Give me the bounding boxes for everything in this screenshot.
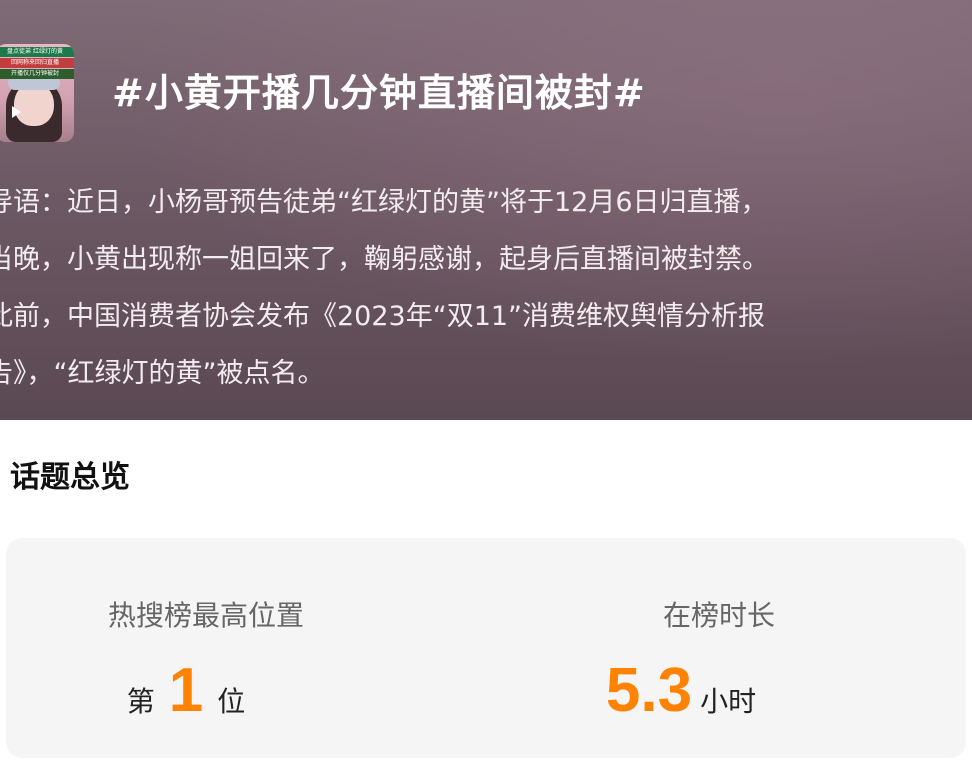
stat-duration: 在榜时长 5.3 小时 xyxy=(486,538,966,758)
description-line: 导语：近日，小杨哥预告徒弟“红绿灯的黄”将于12月6日归直播， xyxy=(0,187,768,218)
topic-header: 盘点徒弟 红绿灯的黄 回网称来回归直播 开播仅几分钟被封 #小黄开播几分钟直播间… xyxy=(0,0,972,420)
overview-card: 热搜榜最高位置 第1位 在榜时长 5.3 小时 xyxy=(6,538,966,758)
topic-title: #小黄开播几分钟直播间被封# xyxy=(112,71,646,115)
stat-label: 在榜时长 xyxy=(662,599,775,632)
thumbnail-caption: 回网称来回归直播 xyxy=(0,58,74,68)
stat-value: 5.3 xyxy=(605,656,693,725)
description-line: 当晚，小黄出现称一姐回来了，鞠躬感谢，起身后直播间被封禁。 xyxy=(0,244,769,275)
stat-value-row: 第1位 xyxy=(0,655,426,726)
topic-description: 导语：近日，小杨哥预告徒弟“红绿灯的黄”将于12月6日归直播， 当晚，小黄出现称… xyxy=(0,174,972,402)
description-line: 告》，“红绿灯的黄”被点名。 xyxy=(0,358,325,389)
stat-value: 1 xyxy=(168,656,204,725)
section-title: 话题总览 xyxy=(10,460,130,495)
thumbnail-caption: 盘点徒弟 红绿灯的黄 xyxy=(0,47,74,57)
stat-prefix: 第 xyxy=(126,685,155,718)
stat-value-row: 5.3 小时 xyxy=(441,655,921,726)
thumbnail-caption: 开播仅几分钟被封 xyxy=(0,69,74,79)
play-icon xyxy=(12,106,21,118)
stat-highest-rank: 热搜榜最高位置 第1位 xyxy=(6,538,486,758)
stat-suffix: 小时 xyxy=(700,685,757,718)
stat-label: 热搜榜最高位置 xyxy=(107,599,304,632)
description-line: 此前，中国消费者协会发布《2023年“双11”消费维权舆情分析报 xyxy=(0,301,766,332)
stat-suffix: 位 xyxy=(217,685,246,718)
topic-thumbnail[interactable]: 盘点徒弟 红绿灯的黄 回网称来回归直播 开播仅几分钟被封 xyxy=(0,44,74,142)
